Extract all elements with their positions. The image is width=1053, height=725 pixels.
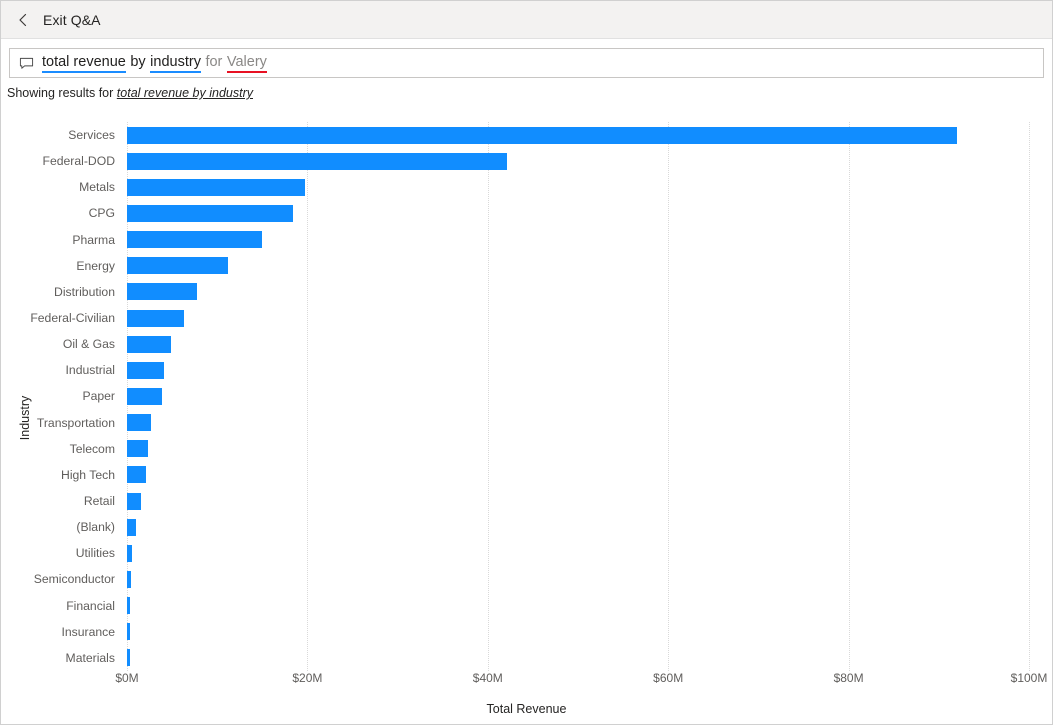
bar[interactable] xyxy=(127,231,263,249)
bar-row[interactable] xyxy=(127,540,1029,566)
bar[interactable] xyxy=(127,440,148,458)
bar-row[interactable] xyxy=(127,514,1029,540)
bar-row[interactable] xyxy=(127,227,1029,253)
x-axis-title: Total Revenue xyxy=(486,702,567,716)
bar-row[interactable] xyxy=(127,122,1029,148)
bar[interactable] xyxy=(127,623,130,641)
bar-row[interactable] xyxy=(127,488,1029,514)
chevron-left-icon[interactable] xyxy=(15,12,31,28)
gridline xyxy=(1029,122,1030,671)
x-axis-tick-label: $80M xyxy=(833,671,864,685)
x-axis-tick-label: $100M xyxy=(1010,671,1048,685)
y-axis-tick-label[interactable]: Retail xyxy=(27,488,121,514)
query-token-for: for xyxy=(205,53,223,70)
query-bar-container: total revenue by industry for Valery xyxy=(1,39,1052,78)
x-axis-ticks: $0M $20M $40M $60M $80M $100M xyxy=(115,671,1047,691)
bar[interactable] xyxy=(127,518,137,536)
bar[interactable] xyxy=(127,309,184,327)
bar[interactable] xyxy=(127,204,293,222)
y-axis-tick-label[interactable]: Materials xyxy=(27,645,121,671)
bar[interactable] xyxy=(127,335,172,353)
bar-row[interactable] xyxy=(127,593,1029,619)
bar-row[interactable] xyxy=(127,279,1029,305)
bar-row[interactable] xyxy=(127,305,1029,331)
query-token-unrecognized[interactable]: Valery xyxy=(226,54,267,73)
bar[interactable] xyxy=(127,570,132,588)
bar[interactable] xyxy=(127,466,146,484)
chat-bubble-icon xyxy=(19,56,34,71)
y-axis-tick-label[interactable]: Oil & Gas xyxy=(27,331,121,357)
bar[interactable] xyxy=(127,414,152,432)
y-axis-tick-label[interactable]: CPG xyxy=(27,200,121,226)
bar-row[interactable] xyxy=(127,566,1029,592)
bar-row[interactable] xyxy=(127,619,1029,645)
bar[interactable] xyxy=(127,649,130,667)
bar-row[interactable] xyxy=(127,253,1029,279)
bar[interactable] xyxy=(127,283,198,301)
query-token-list: total revenue by industry for Valery xyxy=(42,54,267,73)
plot-area xyxy=(127,122,1030,671)
y-axis-tick-label[interactable]: Transportation xyxy=(27,410,121,436)
x-axis-tick-label: $40M xyxy=(472,671,503,685)
bar[interactable] xyxy=(127,178,305,196)
exit-qa-button[interactable]: Exit Q&A xyxy=(43,12,101,28)
y-axis-tick-label[interactable]: Insurance xyxy=(27,619,121,645)
y-axis-tick-label[interactable]: Utilities xyxy=(27,540,121,566)
bar[interactable] xyxy=(127,126,957,144)
x-axis-tick-label: $20M xyxy=(292,671,323,685)
bar[interactable] xyxy=(127,544,132,562)
bar-series xyxy=(127,122,1029,671)
bar-row[interactable] xyxy=(127,645,1029,671)
y-axis-tick-label[interactable]: Pharma xyxy=(27,227,121,253)
bar-row[interactable] xyxy=(127,200,1029,226)
bar-row[interactable] xyxy=(127,331,1029,357)
bar-chart: Industry Services Federal-DOD Metals CPG Pha… xyxy=(1,112,1052,724)
y-axis-tick-label[interactable]: Energy xyxy=(27,253,121,279)
bar[interactable] xyxy=(127,492,142,510)
y-axis-tick-label[interactable]: Industrial xyxy=(27,357,121,383)
bar[interactable] xyxy=(127,257,229,275)
bar[interactable] xyxy=(127,361,164,379)
x-axis-tick-label: $60M xyxy=(653,671,684,685)
bar[interactable] xyxy=(127,597,131,615)
y-axis-tick-label[interactable]: Federal-DOD xyxy=(27,148,121,174)
query-token-by: by xyxy=(130,53,146,70)
y-axis-tick-label[interactable]: (Blank) xyxy=(27,514,121,540)
qa-header: Exit Q&A xyxy=(1,1,1052,39)
bar-row[interactable] xyxy=(127,357,1029,383)
y-axis-tick-label[interactable]: Metals xyxy=(27,174,121,200)
bar[interactable] xyxy=(127,387,163,405)
x-axis-tick-label: $0M xyxy=(115,671,139,685)
qa-question-input[interactable]: total revenue by industry for Valery xyxy=(9,48,1044,78)
bar[interactable] xyxy=(127,152,507,170)
y-axis-tick-label[interactable]: Telecom xyxy=(27,436,121,462)
y-axis-tick-label[interactable]: High Tech xyxy=(27,462,121,488)
qa-page: Exit Q&A total revenue by industry for V… xyxy=(0,0,1053,725)
bar-row[interactable] xyxy=(127,174,1029,200)
y-axis-category-labels: Services Federal-DOD Metals CPG Pharma Energy… xyxy=(27,122,121,671)
showing-results-prefix: Showing results for xyxy=(7,86,114,100)
bar-row[interactable] xyxy=(127,383,1029,409)
bar-row[interactable] xyxy=(127,462,1029,488)
bar-row[interactable] xyxy=(127,436,1029,462)
y-axis-tick-label[interactable]: Paper xyxy=(27,383,121,409)
query-interpretation-link[interactable]: total revenue by industry xyxy=(117,86,253,100)
y-axis-tick-label[interactable]: Federal-Civilian xyxy=(27,305,121,331)
y-axis-tick-label[interactable]: Services xyxy=(27,122,121,148)
y-axis-tick-label[interactable]: Financial xyxy=(27,593,121,619)
bar-row[interactable] xyxy=(127,410,1029,436)
y-axis-tick-label[interactable]: Semiconductor xyxy=(27,566,121,592)
query-token-measure[interactable]: total revenue xyxy=(42,54,126,73)
showing-results-text: Showing results for total revenue by ind… xyxy=(1,78,1052,100)
query-token-dimension[interactable]: industry xyxy=(150,54,201,73)
y-axis-tick-label[interactable]: Distribution xyxy=(27,279,121,305)
bar-row[interactable] xyxy=(127,148,1029,174)
